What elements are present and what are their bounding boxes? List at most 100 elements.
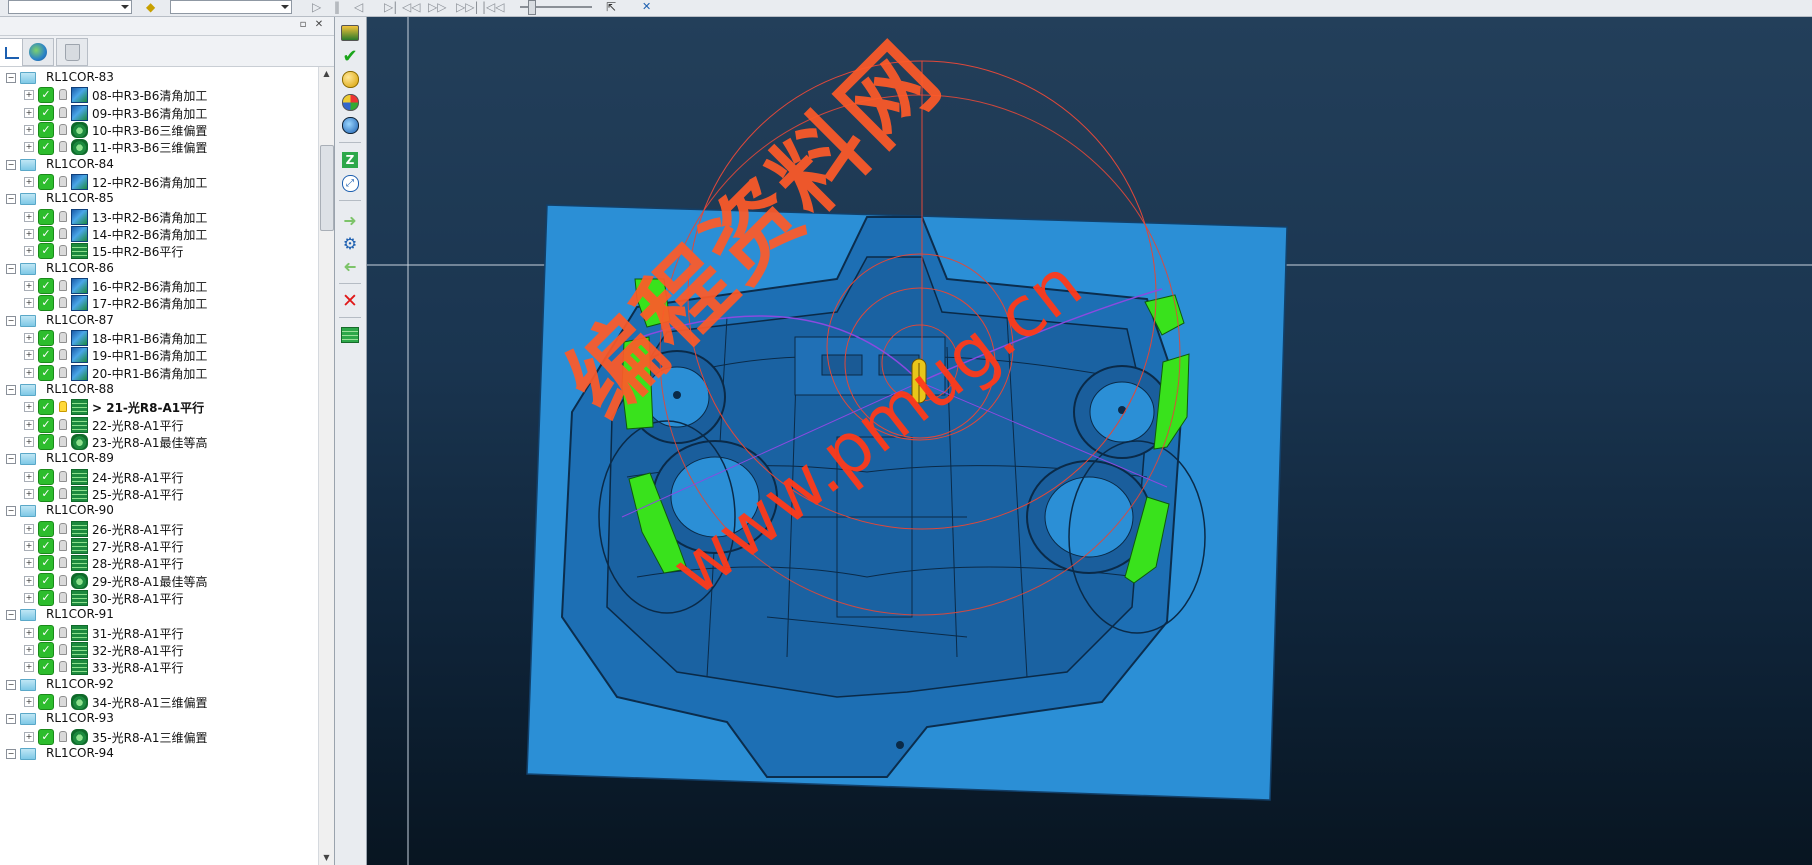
bulb-icon[interactable] bbox=[59, 626, 67, 638]
tree-item[interactable]: + ✓ 10-中R3-B6三维偏置 bbox=[0, 121, 318, 138]
play-icon[interactable]: ▷ bbox=[312, 1, 321, 13]
bulb-icon[interactable] bbox=[59, 487, 67, 499]
go-start-icon[interactable]: |◁◁ bbox=[482, 1, 505, 13]
check-icon[interactable]: ✓ bbox=[38, 347, 54, 364]
bulb-icon[interactable] bbox=[59, 366, 67, 378]
expand-icon[interactable]: + bbox=[24, 246, 34, 257]
close-toolbar-icon[interactable]: ✕ bbox=[642, 1, 651, 13]
arrow-left-icon[interactable]: ➜ bbox=[340, 256, 360, 276]
bulb-icon[interactable] bbox=[59, 661, 67, 673]
collapse-icon[interactable]: − bbox=[6, 506, 16, 517]
tree-scrollbar[interactable]: ▲ ▼ bbox=[318, 67, 334, 865]
bulb-icon[interactable] bbox=[59, 106, 67, 118]
expand-icon[interactable]: + bbox=[24, 662, 34, 673]
bulb-icon[interactable] bbox=[59, 210, 67, 222]
check-icon[interactable]: ✓ bbox=[38, 277, 54, 294]
expand-icon[interactable]: + bbox=[24, 436, 34, 447]
bulb-icon[interactable] bbox=[59, 297, 67, 309]
tree-group[interactable]: − RL1COR-90 bbox=[0, 502, 318, 519]
collapse-icon[interactable]: − bbox=[6, 454, 16, 465]
speed-slider[interactable] bbox=[520, 0, 592, 15]
check-icon[interactable]: ✓ bbox=[38, 399, 54, 416]
tree-group[interactable]: − RL1COR-87 bbox=[0, 312, 318, 329]
bulb-icon[interactable] bbox=[59, 331, 67, 343]
view-combo[interactable] bbox=[8, 0, 132, 14]
tree-item[interactable]: + ✓ 28-光R8-A1平行 bbox=[0, 554, 318, 572]
tree-item[interactable]: + ✓ 29-光R8-A1最佳等高 bbox=[0, 572, 318, 589]
layer-combo[interactable] bbox=[170, 0, 292, 14]
bulb-icon[interactable] bbox=[59, 227, 67, 239]
check-icon[interactable]: ✓ bbox=[38, 485, 54, 502]
bulb-icon[interactable] bbox=[59, 89, 67, 101]
check-icon[interactable]: ✓ bbox=[38, 641, 54, 658]
expand-icon[interactable]: + bbox=[24, 280, 34, 291]
tree-item[interactable]: + ✓ 17-中R2-B6清角加工 bbox=[0, 294, 318, 312]
bulb-icon[interactable] bbox=[59, 175, 67, 187]
bulb-icon[interactable] bbox=[59, 279, 67, 291]
expand-icon[interactable]: + bbox=[24, 488, 34, 499]
expand-icon[interactable]: + bbox=[24, 627, 34, 638]
collapse-icon[interactable]: − bbox=[6, 194, 16, 205]
toolpath-icon[interactable] bbox=[340, 23, 360, 43]
check-icon[interactable]: ✓ bbox=[38, 121, 54, 138]
pause-icon[interactable]: ‖ bbox=[334, 1, 340, 13]
collapse-icon[interactable]: − bbox=[6, 73, 16, 83]
tree-group[interactable]: − RL1COR-83 bbox=[0, 69, 318, 86]
tree-item[interactable]: + ✓ 19-中R1-B6清角加工 bbox=[0, 346, 318, 364]
tree-group[interactable]: − RL1COR-93 bbox=[0, 710, 318, 727]
bulb-icon[interactable] bbox=[59, 643, 67, 655]
check-icon[interactable]: ✓ bbox=[38, 329, 54, 346]
tree-item[interactable]: + ✓ > 21-光R8-A1平行 bbox=[0, 398, 318, 417]
scroll-up-icon[interactable]: ▲ bbox=[319, 67, 334, 81]
tree-group[interactable]: − RL1COR-88 bbox=[0, 381, 318, 398]
expand-icon[interactable]: + bbox=[24, 107, 34, 118]
tree-item[interactable]: + ✓ 15-中R2-B6平行 bbox=[0, 242, 318, 260]
tree-item[interactable]: + ✓ 14-中R2-B6清角加工 bbox=[0, 225, 318, 242]
expand-icon[interactable]: + bbox=[24, 124, 34, 135]
check-icon[interactable]: ✓ bbox=[38, 104, 54, 121]
settings-icon[interactable]: ⚙ bbox=[340, 233, 360, 253]
tab-world[interactable] bbox=[22, 38, 54, 66]
rewind-icon[interactable]: ◁◁ bbox=[402, 1, 420, 13]
expand-icon[interactable]: + bbox=[24, 350, 34, 361]
tree-group[interactable]: − RL1COR-85 bbox=[0, 190, 318, 207]
tree-item[interactable]: + ✓ 24-光R8-A1平行 bbox=[0, 468, 318, 485]
check-icon[interactable]: ✔ bbox=[340, 46, 360, 67]
collapse-icon[interactable]: − bbox=[6, 159, 16, 170]
bulb-icon[interactable] bbox=[59, 418, 67, 430]
fast-forward-icon[interactable]: ▷▷ bbox=[428, 1, 446, 13]
expand-icon[interactable]: + bbox=[24, 142, 34, 153]
check-icon[interactable]: ✓ bbox=[38, 589, 54, 606]
bulb-icon[interactable] bbox=[59, 522, 67, 534]
expand-icon[interactable]: + bbox=[24, 575, 34, 586]
tree-item[interactable]: + ✓ 12-中R2-B6清角加工 bbox=[0, 173, 318, 190]
expand-icon[interactable]: + bbox=[24, 367, 34, 378]
tree-item[interactable]: + ✓ 23-光R8-A1最佳等高 bbox=[0, 433, 318, 450]
bulb-icon[interactable] bbox=[59, 123, 67, 135]
expand-icon[interactable]: + bbox=[24, 471, 34, 482]
bulb-icon[interactable] bbox=[59, 470, 67, 482]
check-icon[interactable]: ✓ bbox=[38, 659, 54, 676]
tree-item[interactable]: + ✓ 08-中R3-B6清角加工 bbox=[0, 86, 318, 104]
expand-icon[interactable]: + bbox=[24, 90, 34, 101]
expand-icon[interactable]: + bbox=[24, 402, 34, 413]
zoom-icon[interactable]: Z bbox=[340, 150, 360, 170]
expand-icon[interactable]: + bbox=[24, 523, 34, 534]
tree-item[interactable]: + ✓ 31-光R8-A1平行 bbox=[0, 624, 318, 641]
expand-icon[interactable]: + bbox=[24, 211, 34, 222]
bulb-icon[interactable] bbox=[59, 141, 67, 153]
delete-icon[interactable]: ✕ bbox=[340, 290, 360, 312]
scroll-down-icon[interactable]: ▼ bbox=[319, 851, 334, 865]
globe-shade-icon[interactable] bbox=[340, 115, 360, 135]
check-icon[interactable]: ✓ bbox=[38, 468, 54, 485]
bulb-icon[interactable] bbox=[59, 695, 67, 707]
expand-icon[interactable]: + bbox=[24, 731, 34, 742]
bulb-icon[interactable] bbox=[59, 245, 67, 257]
collapse-icon[interactable]: − bbox=[6, 714, 16, 725]
bulb-icon[interactable] bbox=[59, 401, 67, 413]
expand-icon[interactable]: + bbox=[24, 540, 34, 551]
tree-group[interactable]: − RL1COR-89 bbox=[0, 450, 318, 467]
close-panel-icon[interactable]: ✕ bbox=[314, 20, 324, 30]
tree-group[interactable]: − RL1COR-91 bbox=[0, 606, 318, 623]
step-forward-icon[interactable]: ▷| bbox=[384, 1, 397, 13]
